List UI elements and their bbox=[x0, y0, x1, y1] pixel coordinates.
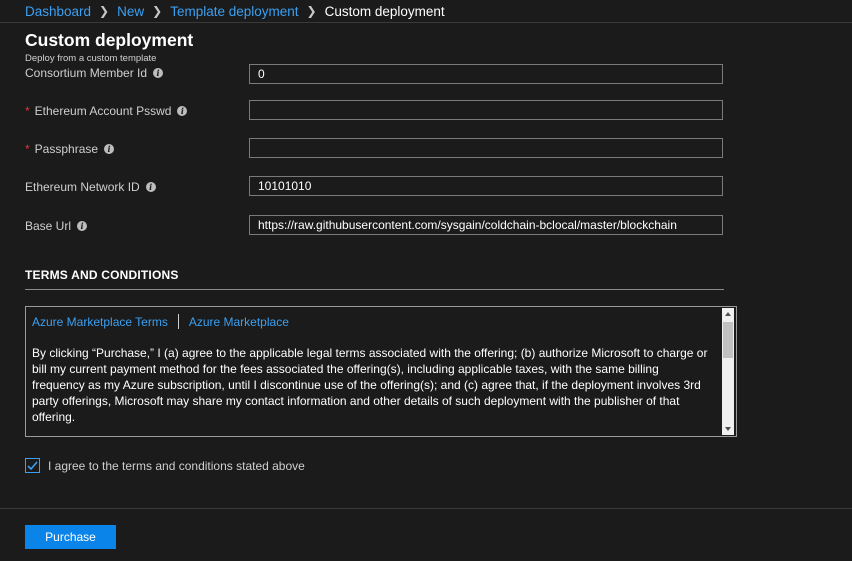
info-icon[interactable]: i bbox=[77, 221, 88, 231]
terms-text: By clicking “Purchase,” I (a) agree to t… bbox=[32, 346, 708, 424]
agree-label: I agree to the terms and conditions stat… bbox=[48, 458, 305, 473]
chevron-right-icon: ❯ bbox=[152, 4, 163, 18]
required-marker: * bbox=[25, 142, 30, 156]
ethereum-network-id-field[interactable] bbox=[249, 176, 723, 196]
base-url-label: Base Url i bbox=[25, 219, 88, 233]
terms-scrollbar[interactable] bbox=[722, 308, 734, 435]
ethereum-network-id-label: Ethereum Network ID i bbox=[25, 180, 156, 194]
passphrase-label: * Passphrase i bbox=[25, 142, 115, 156]
tab-divider bbox=[177, 314, 179, 329]
field-label-text: Consortium Member Id bbox=[25, 66, 148, 80]
field-label-text: Passphrase bbox=[34, 142, 99, 156]
agree-checkbox[interactable] bbox=[25, 458, 40, 473]
tab-azure-marketplace[interactable]: Azure Marketplace bbox=[189, 315, 289, 329]
consortium-member-id-field[interactable] bbox=[249, 64, 723, 84]
custom-deployment-blade: Dashboard ❯ New ❯ Template deployment ❯ … bbox=[0, 0, 852, 561]
field-label-text: Ethereum Account Psswd bbox=[34, 104, 172, 118]
agree-row: I agree to the terms and conditions stat… bbox=[25, 458, 305, 473]
page-title: Custom deployment bbox=[25, 30, 194, 50]
breadcrumb-current: Custom deployment bbox=[324, 3, 445, 19]
info-icon[interactable]: i bbox=[145, 182, 156, 192]
consortium-member-id-label: Consortium Member Id i bbox=[25, 66, 164, 80]
purchase-button[interactable]: Purchase bbox=[25, 525, 116, 549]
info-icon[interactable]: i bbox=[104, 144, 115, 154]
passphrase-field[interactable] bbox=[249, 138, 723, 158]
field-label-text: Ethereum Network ID bbox=[25, 180, 140, 194]
checkmark-icon bbox=[27, 460, 38, 470]
tab-azure-marketplace-terms[interactable]: Azure Marketplace Terms bbox=[32, 315, 168, 329]
scroll-up-arrow-icon[interactable] bbox=[725, 312, 731, 316]
breadcrumb-dashboard-link[interactable]: Dashboard bbox=[25, 4, 91, 19]
ethereum-account-psswd-field[interactable] bbox=[249, 100, 723, 120]
base-url-field[interactable] bbox=[249, 215, 723, 235]
info-icon[interactable]: i bbox=[177, 106, 188, 116]
page-subtitle: Deploy from a custom template bbox=[25, 53, 157, 64]
footer-divider bbox=[0, 508, 852, 509]
breadcrumb-new-link[interactable]: New bbox=[117, 4, 144, 19]
terms-tabs: Azure Marketplace Terms Azure Marketplac… bbox=[32, 314, 289, 329]
chevron-right-icon: ❯ bbox=[99, 4, 110, 18]
scroll-down-arrow-icon[interactable] bbox=[725, 427, 731, 431]
terms-box[interactable]: Azure Marketplace Terms Azure Marketplac… bbox=[25, 306, 737, 437]
terms-divider bbox=[25, 289, 724, 290]
breadcrumb-template-deployment-link[interactable]: Template deployment bbox=[170, 4, 298, 19]
field-label-text: Base Url bbox=[25, 219, 72, 233]
chevron-right-icon: ❯ bbox=[306, 4, 317, 18]
info-icon[interactable]: i bbox=[153, 68, 164, 78]
terms-heading: TERMS AND CONDITIONS bbox=[25, 268, 179, 282]
breadcrumb: Dashboard ❯ New ❯ Template deployment ❯ … bbox=[25, 3, 445, 19]
ethereum-account-psswd-label: * Ethereum Account Psswd i bbox=[25, 104, 188, 118]
required-marker: * bbox=[25, 104, 30, 118]
header-divider bbox=[0, 22, 852, 23]
scrollbar-thumb[interactable] bbox=[723, 322, 733, 358]
